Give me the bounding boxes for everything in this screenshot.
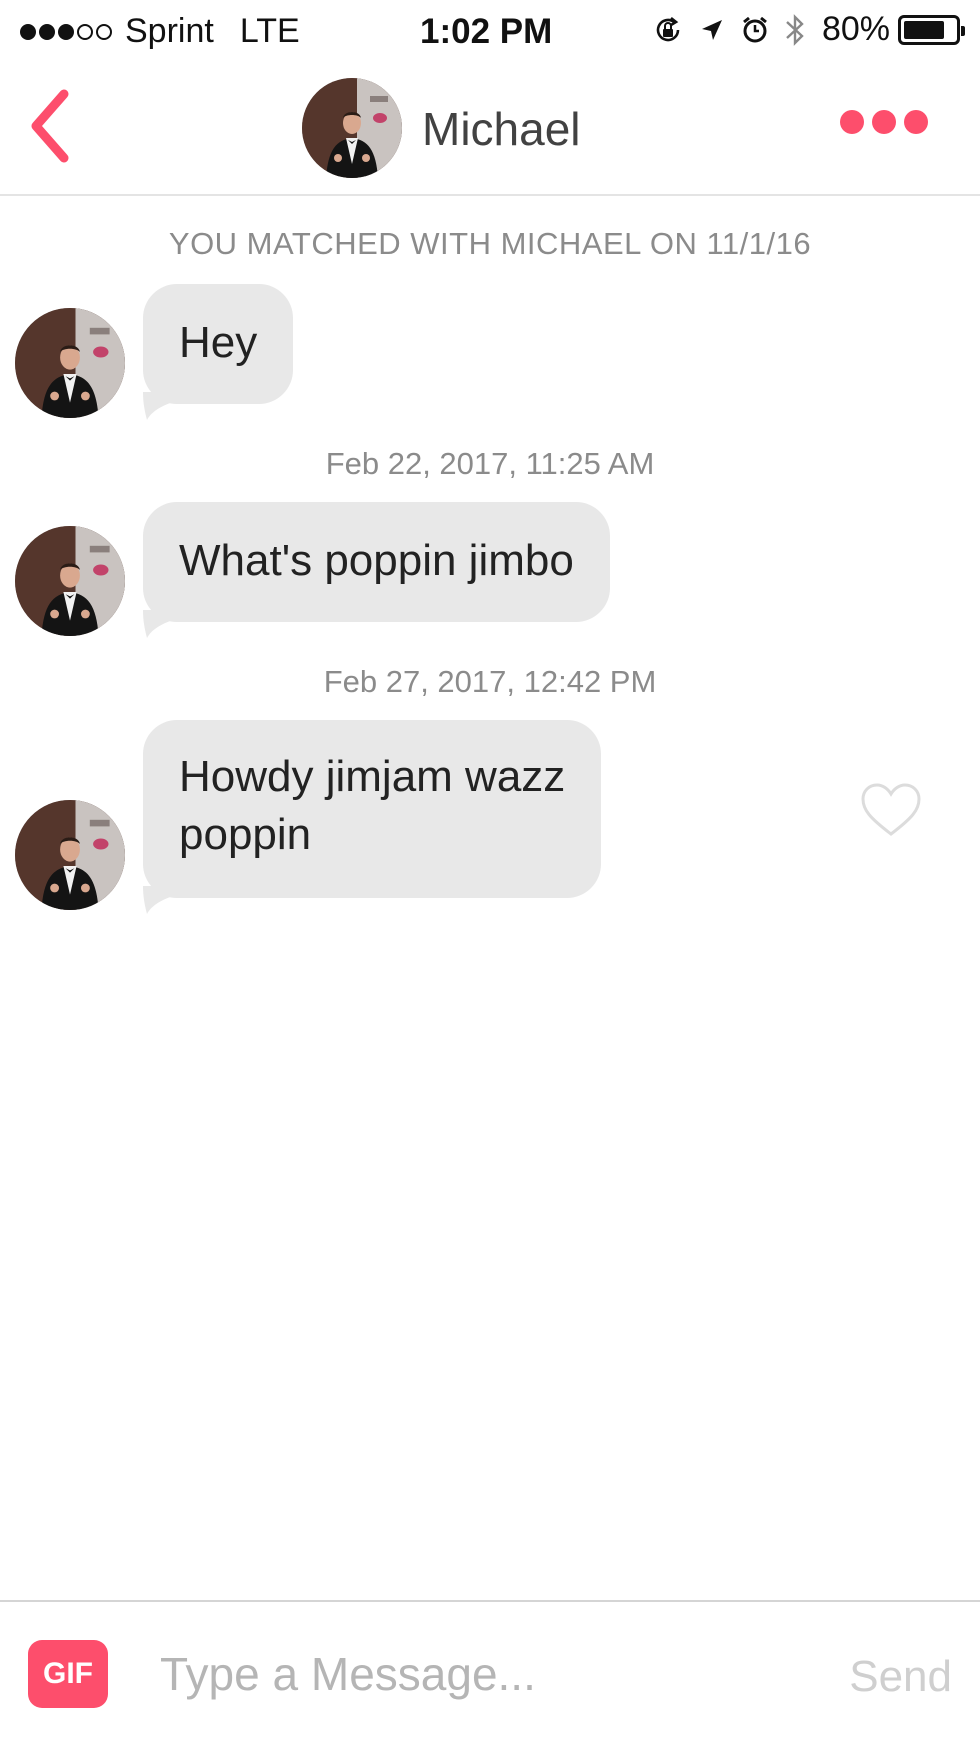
heart-outline-icon bbox=[861, 783, 921, 836]
chat-header: Michael bbox=[0, 64, 980, 196]
signal-dot bbox=[96, 23, 112, 40]
message-bubble[interactable]: What's poppin jimbo bbox=[143, 502, 610, 622]
bubble-tail bbox=[143, 886, 173, 914]
signal-strength-icon bbox=[20, 23, 115, 40]
carrier-name: Sprint bbox=[125, 12, 214, 50]
location-arrow-icon bbox=[698, 16, 726, 44]
signal-dot bbox=[58, 23, 74, 40]
battery-tip bbox=[961, 25, 965, 36]
message-bubble[interactable]: Hey bbox=[143, 284, 294, 404]
message-avatar[interactable] bbox=[15, 526, 125, 636]
network-type: LTE bbox=[239, 12, 300, 50]
status-left: Sprint LTE bbox=[20, 12, 300, 51]
message-input[interactable] bbox=[160, 1642, 780, 1706]
rotation-lock-icon bbox=[652, 14, 684, 46]
send-button[interactable]: Send bbox=[849, 1652, 952, 1702]
bubble-tail bbox=[143, 392, 173, 420]
battery-percent: 80% bbox=[821, 10, 890, 48]
bubble-tail bbox=[143, 610, 173, 638]
signal-dot bbox=[20, 23, 36, 40]
bluetooth-icon bbox=[784, 12, 806, 48]
status-right: 80% bbox=[638, 10, 965, 49]
alarm-clock-icon bbox=[740, 15, 770, 45]
message-bubble[interactable]: Howdy jimjam wazz poppin bbox=[143, 720, 602, 898]
status-time: 1:02 PM bbox=[420, 12, 553, 51]
signal-dot bbox=[77, 23, 93, 40]
more-dots-icon bbox=[904, 110, 928, 134]
message-text: What's poppin jimbo bbox=[179, 536, 574, 585]
match-name[interactable]: Michael bbox=[422, 102, 581, 156]
back-button[interactable] bbox=[22, 86, 82, 166]
battery-icon bbox=[898, 14, 965, 45]
message-composer: GIF Send bbox=[0, 1600, 980, 1740]
like-message-button[interactable] bbox=[860, 782, 922, 838]
status-bar: Sprint LTE 1:02 PM 80% bbox=[0, 0, 980, 64]
message-timestamp: Feb 27, 2017, 12:42 PM bbox=[323, 664, 657, 699]
gif-button[interactable]: GIF bbox=[28, 1640, 108, 1708]
message-timestamp: Feb 22, 2017, 11:25 AM bbox=[325, 446, 655, 481]
message-text: Hey bbox=[179, 318, 258, 367]
message-text-line: Howdy jimjam wazz bbox=[179, 752, 566, 801]
message-avatar[interactable] bbox=[15, 308, 125, 418]
message-text-line: poppin bbox=[179, 810, 312, 859]
message-avatar[interactable] bbox=[15, 800, 125, 910]
more-options-button[interactable] bbox=[832, 110, 928, 134]
more-dots-icon bbox=[872, 110, 896, 134]
match-banner: YOU MATCHED WITH MICHAEL ON 11/1/16 bbox=[168, 226, 812, 261]
more-dots-icon bbox=[840, 110, 864, 134]
chevron-left-icon bbox=[31, 89, 69, 163]
header-avatar[interactable] bbox=[302, 78, 402, 178]
battery-level bbox=[904, 20, 944, 39]
signal-dot bbox=[39, 23, 55, 40]
